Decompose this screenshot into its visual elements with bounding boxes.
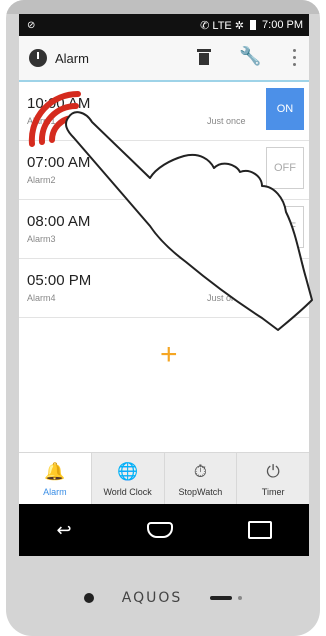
- alarm-row[interactable]: 05:00 PM Alarm4 Just once OFF: [19, 259, 309, 318]
- tab-label: StopWatch: [178, 487, 223, 497]
- device-chin: AQUOS: [6, 580, 320, 616]
- home-icon[interactable]: [146, 522, 173, 538]
- alarm-label: Alarm3: [27, 234, 56, 244]
- alarm-row[interactable]: 10:00 AM Alarm1 Just once ON: [19, 82, 309, 141]
- recent-apps-icon[interactable]: [247, 521, 272, 539]
- alarm-time: 05:00 PM: [27, 272, 92, 289]
- sensor-icon: [83, 593, 94, 603]
- status-icons: ✆ LTE ✲: [200, 19, 245, 32]
- device-brand: AQUOS: [121, 590, 183, 606]
- tab-label: Alarm: [43, 487, 67, 497]
- alarm-label: Alarm2: [27, 175, 56, 185]
- do-not-disturb-icon: ⊘: [27, 19, 36, 31]
- overflow-menu-icon[interactable]: [293, 49, 296, 67]
- tab-label: Timer: [261, 487, 285, 497]
- alarm-toggle[interactable]: ON: [266, 88, 304, 130]
- alarm-row[interactable]: 08:00 AM Alarm3 OFF: [19, 200, 309, 259]
- tab-world-clock[interactable]: 🌐 World Clock: [90, 453, 164, 505]
- led-dot: [238, 596, 243, 600]
- app-bar: Alarm 🔧: [19, 36, 309, 82]
- timer-icon: ⏻: [266, 462, 280, 481]
- alarm-label: Alarm4: [27, 293, 56, 303]
- stopwatch-icon: ⏱: [193, 462, 207, 481]
- globe-clock-icon: 🌐: [117, 462, 139, 481]
- alarm-time: 10:00 AM: [27, 95, 91, 112]
- wrench-icon[interactable]: 🔧: [239, 46, 261, 67]
- bell-icon: 🔔: [44, 462, 66, 481]
- battery-icon: [250, 20, 257, 30]
- alarm-repeat: Just once: [207, 293, 246, 303]
- trash-icon[interactable]: [197, 49, 211, 65]
- alarm-row[interactable]: 07:00 AM Alarm2 OFF: [19, 141, 309, 200]
- tab-label: World Clock: [103, 487, 152, 497]
- alarm-repeat: Just once: [207, 116, 246, 126]
- tab-stopwatch[interactable]: ⏱ StopWatch: [163, 453, 237, 505]
- back-icon[interactable]: ↩: [56, 520, 71, 541]
- speaker-slot: [210, 596, 233, 600]
- alarm-toggle[interactable]: OFF: [266, 206, 304, 248]
- status-bar: ⊘ ✆ LTE ✲ 7:00 PM: [19, 14, 309, 36]
- tab-timer[interactable]: ⏻ Timer: [236, 453, 309, 505]
- phone-frame: ⊘ ✆ LTE ✲ 7:00 PM Alarm 🔧 10:00 AM Alarm…: [6, 0, 320, 636]
- bottom-tabs: 🔔 Alarm 🌐 World Clock ⏱ StopWatch ⏻ Time…: [19, 452, 309, 505]
- screen: ⊘ ✆ LTE ✲ 7:00 PM Alarm 🔧 10:00 AM Alarm…: [19, 14, 309, 556]
- tab-alarm[interactable]: 🔔 Alarm: [19, 453, 91, 505]
- system-nav-bar: ↩: [19, 504, 309, 556]
- alarm-label: Alarm1: [27, 116, 56, 126]
- alarm-toggle[interactable]: OFF: [266, 265, 304, 307]
- alarm-time: 08:00 AM: [27, 213, 91, 230]
- alarm-time: 07:00 AM: [27, 154, 91, 171]
- alarm-clock-icon: [29, 49, 47, 67]
- phone-top-bezel: [6, 0, 320, 14]
- status-time: 7:00 PM: [262, 19, 303, 31]
- add-alarm-button[interactable]: +: [160, 340, 178, 370]
- alarm-toggle[interactable]: OFF: [266, 147, 304, 189]
- page-title: Alarm: [55, 50, 89, 66]
